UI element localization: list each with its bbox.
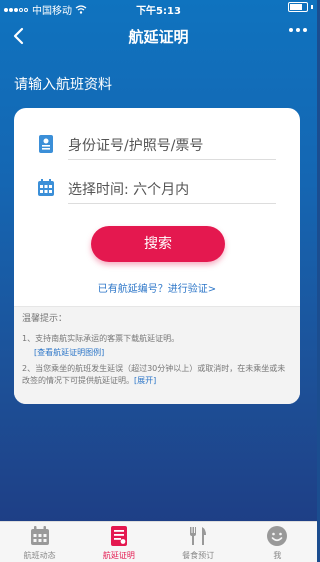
id-input[interactable]: 身份证号/护照号/票号 bbox=[36, 128, 276, 160]
tab-meal-booking[interactable]: 餐食预订 bbox=[159, 522, 238, 562]
page-title: 航延证明 bbox=[128, 28, 189, 46]
section-title: 请输入航班资料 bbox=[14, 77, 112, 93]
view-example-link[interactable]: [查看航延证明图例] bbox=[34, 347, 104, 359]
tips-item-1: 1、支持南航实际承运的客票下载航延证明。 bbox=[22, 334, 180, 343]
time-label: 选择时间: bbox=[68, 182, 129, 198]
id-input-placeholder: 身份证号/护照号/票号 bbox=[68, 138, 204, 154]
tab-delay-certificate[interactable]: 航延证明 bbox=[79, 522, 158, 562]
tab-label: 航班动态 bbox=[23, 551, 56, 560]
tab-label: 我 bbox=[273, 551, 282, 560]
tips-title: 温馨提示： bbox=[22, 314, 68, 324]
search-button[interactable]: 搜索 bbox=[91, 226, 225, 262]
expand-link[interactable]: [展开] bbox=[134, 376, 156, 385]
battery-icon bbox=[288, 2, 313, 12]
smiley-icon bbox=[267, 526, 288, 546]
nav-bar: 航延证明 bbox=[0, 16, 317, 56]
tab-flight-status[interactable]: 航班动态 bbox=[0, 522, 79, 562]
tips-panel: 温馨提示： 1、支持南航实际承运的客票下载航延证明。 [查看航延证明图例] 2、… bbox=[14, 306, 300, 404]
time-selector-text: 选择时间: 六个月内 bbox=[68, 179, 189, 199]
divider bbox=[68, 159, 276, 160]
status-bar: 中国移动 下午5:13 bbox=[0, 0, 317, 17]
time-selector[interactable]: 选择时间: 六个月内 bbox=[36, 172, 276, 204]
calendar-icon bbox=[30, 526, 49, 545]
more-button[interactable] bbox=[289, 28, 307, 32]
tab-bar: 航班动态 航延证明 餐食预订 我 bbox=[0, 521, 317, 562]
meal-icon bbox=[190, 527, 207, 545]
verify-link[interactable]: 已有航延编号？进行验证> bbox=[14, 280, 300, 295]
tab-label: 餐食预订 bbox=[182, 551, 215, 560]
tab-me[interactable]: 我 bbox=[238, 522, 317, 562]
more-dot-icon bbox=[289, 28, 293, 32]
divider bbox=[68, 203, 276, 204]
status-time: 下午5:13 bbox=[136, 6, 181, 17]
id-card-icon bbox=[39, 135, 53, 153]
time-value: 六个月内 bbox=[133, 182, 190, 198]
document-icon bbox=[110, 526, 127, 546]
tab-label: 航延证明 bbox=[102, 551, 135, 560]
tips-item-2: 2、当您乘坐的航班发生延误（超过30分钟以上）或取消时，在未乘坐或未改签的情况下… bbox=[22, 363, 292, 387]
calendar-icon bbox=[38, 179, 54, 196]
more-dot-icon bbox=[296, 28, 300, 32]
more-dot-icon bbox=[303, 28, 307, 32]
search-card: 身份证号/护照号/票号 选择时间: 六个月内 搜索 已有航延编号？进行验证> 温… bbox=[14, 108, 300, 404]
